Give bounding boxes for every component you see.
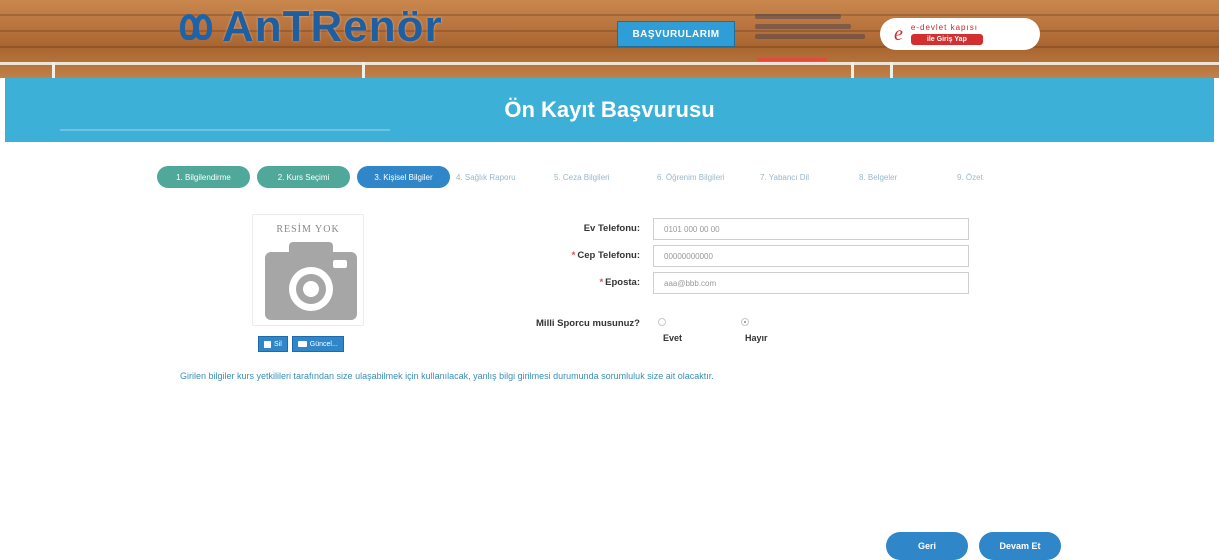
- next-button[interactable]: Devam Et: [979, 532, 1061, 560]
- national-athlete-no-radio[interactable]: [741, 318, 749, 326]
- page-title-band: Ön Kayıt Başvurusu: [5, 78, 1214, 142]
- logo-mark-icon: [180, 10, 216, 44]
- step-ogrenim-bilgileri: 6. Öğrenim Bilgileri: [657, 172, 725, 182]
- info-notice: Girilen bilgiler kurs yetkilileri tarafı…: [180, 371, 714, 381]
- page-title: Ön Kayıt Başvurusu: [504, 97, 715, 122]
- national-athlete-yes-radio[interactable]: [658, 318, 666, 326]
- applications-button[interactable]: BAŞVURULARIM: [617, 21, 735, 47]
- step-belgeler: 8. Belgeler: [859, 172, 898, 182]
- home-phone-input[interactable]: 0101 000 00 00: [653, 218, 969, 240]
- mobile-phone-input[interactable]: 00000000000: [653, 245, 969, 267]
- update-photo-label: Güncel...: [309, 340, 338, 348]
- trash-icon: [264, 340, 271, 348]
- delete-photo-button[interactable]: Sil: [258, 336, 288, 352]
- site-header: AnTRenör BAŞVURULARIM e e-devlet kapısı …: [0, 0, 1219, 78]
- update-photo-button[interactable]: Güncel...: [291, 336, 344, 352]
- back-button[interactable]: Geri: [886, 532, 968, 560]
- court-line: [890, 62, 893, 78]
- user-info-blurred: [755, 14, 867, 44]
- required-mark: *: [599, 277, 604, 288]
- folder-icon: [297, 341, 307, 347]
- court-line: [362, 62, 365, 78]
- photo-actions: Sil Güncel...: [258, 336, 344, 352]
- camera-icon: [265, 242, 357, 320]
- step-bilgilendirme[interactable]: 1. Bilgilendirme: [157, 166, 250, 188]
- edevlet-login-button[interactable]: e e-devlet kapısı ile Giriş Yap: [880, 18, 1040, 50]
- email-input[interactable]: aaa@bbb.com: [653, 272, 969, 294]
- step-kisisel-bilgiler[interactable]: 3. Kişisel Bilgiler: [357, 166, 450, 188]
- court-line: [851, 62, 854, 78]
- home-phone-label: Ev Telefonu:: [583, 223, 640, 234]
- national-athlete-no-label: Hayır: [745, 333, 768, 343]
- profile-photo: RESİM YOK: [252, 214, 364, 326]
- logout-link-blurred[interactable]: [757, 58, 827, 61]
- site-logo[interactable]: AnTRenör: [180, 2, 443, 52]
- logo-text: AnTRenör: [222, 2, 443, 51]
- edevlet-logo-icon: e: [894, 22, 903, 45]
- mobile-phone-label: * Cep Telefonu:: [571, 250, 640, 261]
- required-mark: *: [571, 250, 576, 261]
- step-yabanci-dil: 7. Yabancı Dil: [760, 172, 810, 182]
- step-kurs-secimi[interactable]: 2. Kurs Seçimi: [257, 166, 350, 188]
- court-line: [52, 62, 55, 78]
- edevlet-title: e-devlet kapısı: [910, 23, 978, 32]
- title-band-strip: [60, 129, 390, 131]
- national-athlete-label: Milli Sporcu musunuz?: [536, 318, 640, 329]
- email-label: * Eposta:: [599, 277, 640, 288]
- court-line: [0, 62, 1219, 65]
- step-saglik-raporu: 4. Sağlık Raporu: [456, 172, 516, 182]
- no-photo-label: RESİM YOK: [276, 224, 340, 235]
- delete-photo-label: Sil: [274, 340, 282, 348]
- step-ozet: 9. Özet: [957, 172, 983, 182]
- step-ceza-bilgileri: 5. Ceza Bilgileri: [554, 172, 610, 182]
- national-athlete-yes-label: Evet: [663, 333, 683, 343]
- edevlet-login-label: ile Giriş Yap: [910, 34, 983, 45]
